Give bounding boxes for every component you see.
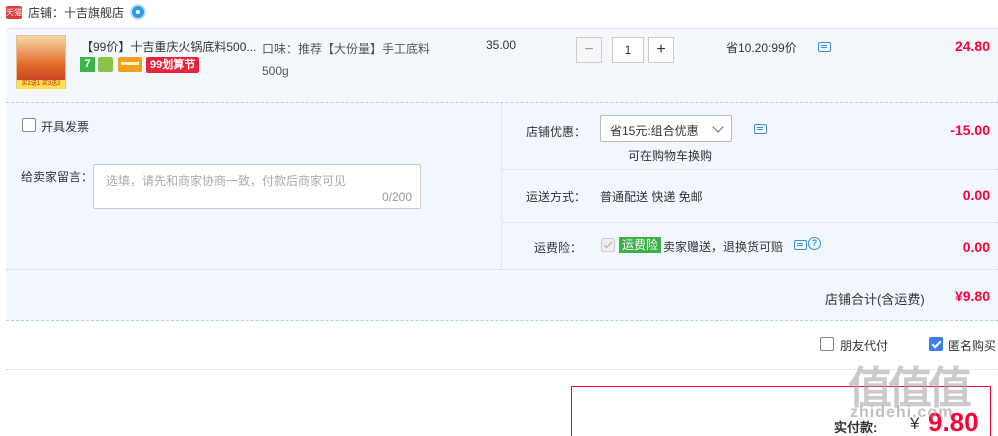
shop-bar: 天猫 店铺：十吉旗舰店 — [0, 0, 998, 28]
shipping-cost: 0.00 — [962, 187, 990, 203]
shop-discount-row: 店铺优惠： 省15元:组合优惠 可在购物车换购 -15.00 — [503, 103, 998, 170]
tmall-icon: 天猫 — [6, 6, 22, 19]
shop-discount-value: -15.00 — [950, 122, 990, 138]
seven-day-return-icon: 7 — [80, 57, 95, 72]
invoice-checkbox[interactable] — [22, 118, 36, 132]
shop-discount-select[interactable]: 省15元:组合优惠 — [600, 115, 732, 142]
chevron-down-icon — [712, 121, 724, 133]
seller-message-placeholder: 选填，请先和商家协商一致，付款后商家可见 — [106, 174, 347, 188]
order-item-row: 买2送1 买3送2 【99价】十吉重庆火锅底料500... 7 99划算节 口味… — [6, 28, 998, 102]
quantity-decrease-button[interactable]: − — [576, 37, 602, 63]
quantity-stepper: − 1 + — [576, 37, 678, 63]
shop-discount-selected: 省15元:组合优惠 — [610, 124, 699, 138]
shop-discount-label: 店铺优惠： — [526, 125, 587, 139]
seller-message-input[interactable]: 选填，请先和商家协商一致，付款后商家可见 0/200 — [93, 164, 421, 209]
shipping-row: 运送方式： 普通配送 快递 免邮 0.00 — [503, 170, 998, 223]
payment-options: 朋友代付 匿名购买 — [0, 330, 998, 360]
shop-total-label: 店铺合计(含运费) — [825, 292, 925, 307]
insurance-label: 运费险： — [534, 241, 583, 255]
quantity-increase-button[interactable]: + — [648, 37, 674, 63]
item-subtotal: 24.80 — [954, 38, 990, 54]
divider — [6, 369, 998, 370]
insurance-checkbox — [601, 238, 615, 252]
product-thumbnail[interactable]: 买2送1 买3送2 — [16, 35, 66, 89]
seller-message-label: 给卖家留言： — [21, 170, 94, 184]
shop-name[interactable]: 店铺：十吉旗舰店 — [28, 4, 124, 21]
item-promotion-text: 省10.20:99价 — [726, 41, 797, 55]
quantity-input[interactable]: 1 — [612, 37, 644, 63]
insurance-text: 卖家赠送，退换货可赔 — [663, 240, 784, 254]
anonymous-label[interactable]: 匿名购买 — [948, 337, 996, 354]
payment-summary: 实付款: ¥ 9.80 — [571, 386, 991, 436]
friend-pay-label[interactable]: 朋友代付 — [840, 337, 888, 354]
shop-discount-note: 可在购物车换购 — [628, 149, 713, 163]
message-icon[interactable] — [818, 42, 831, 52]
shop-total-value: ¥9.80 — [954, 288, 990, 304]
shield-icon — [98, 57, 113, 72]
seller-message-counter: 0/200 — [381, 190, 412, 204]
shipping-label: 运送方式： — [526, 190, 587, 204]
message-icon[interactable] — [754, 124, 767, 134]
order-options-panel: 开具发票 给卖家留言： 选填，请先和商家协商一致，付款后商家可见 0/200 店… — [6, 102, 998, 321]
product-title[interactable]: 【99价】十吉重庆火锅底料500... — [81, 38, 256, 55]
wangwang-chat-icon[interactable] — [130, 4, 146, 20]
insurance-row: 运费险： 运费险 卖家赠送，退换货可赔 ? 0.00 — [503, 223, 998, 269]
anonymous-checkbox[interactable] — [929, 337, 943, 351]
double99-festival-badge: 99划算节 — [146, 57, 200, 73]
payment-label: 实付款: — [834, 420, 878, 435]
invoice-label[interactable]: 开具发票 — [41, 118, 89, 135]
insurance-badge: 运费险 — [619, 237, 662, 253]
unit-price: 35.00 — [486, 38, 517, 52]
product-thumbnail-banner: 买2送1 买3送2 — [17, 80, 65, 89]
payment-amount: 9.80 — [928, 407, 979, 436]
buyer-options: 开具发票 给卖家留言： 选填，请先和商家协商一致，付款后商家可见 0/200 — [6, 103, 502, 269]
insurance-cost: 0.00 — [962, 239, 990, 255]
credit-card-icon — [118, 57, 142, 72]
payment-currency: ¥ — [910, 414, 920, 433]
shipping-method: 普通配送 快递 免邮 — [600, 190, 703, 204]
product-sku: 口味：推荐【大份量】手工底料500g — [262, 42, 431, 78]
friend-pay-checkbox[interactable] — [820, 337, 834, 351]
help-icon[interactable]: ? — [808, 237, 821, 250]
shop-total-row: 店铺合计(含运费) ¥9.80 — [6, 269, 998, 321]
message-icon[interactable] — [794, 240, 807, 250]
item-promotion: 省10.20:99价 — [726, 39, 831, 56]
